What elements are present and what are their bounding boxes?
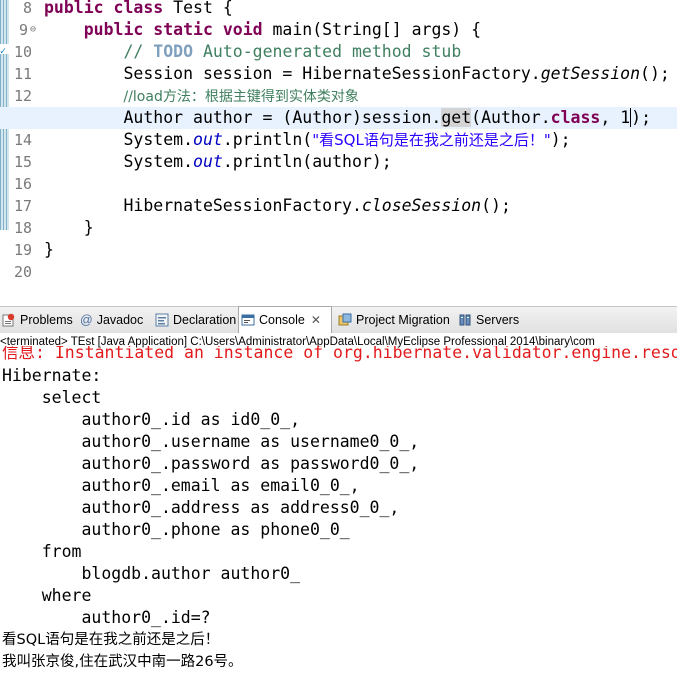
console-line: author0_.address as address0_0_, [2,498,400,517]
code-line: } [44,240,54,259]
console-line: 我叫张京俊,住在武汉中南一路26号。 [2,654,243,670]
code-editor[interactable]: 8 9⊖ ✓10 11 12 13 14 15 16 17 18 19 20 p… [0,0,677,286]
console-line: author0_.id=? [2,608,211,627]
task-marker-icon[interactable]: ✓ [0,46,6,58]
console-line: author0_.id as id0_0_, [2,410,301,429]
line-number: ✓ 10 [0,43,32,61]
code-line: // TODO Auto-generated method stub [123,42,462,61]
line-number: 20 [13,263,32,281]
code-line: public class Test { [44,0,233,17]
line-number: 17 [13,197,32,215]
line-number: 12 [13,87,32,105]
tab-problems[interactable]: Problems [0,307,73,333]
tab-declaration[interactable]: Declaration [153,307,236,333]
line-number: 14 [13,131,32,149]
migration-icon [338,313,352,326]
console-line: author0_.password as password0_0_, [2,454,420,473]
tab-project-migration[interactable]: Project Migration [336,307,450,333]
code-line: Session session = HibernateSessionFactor… [44,64,670,83]
line-number: 9 ⊖ [18,19,37,41]
tab-console[interactable]: Console ✕ [238,306,332,334]
line-number: 8 [22,0,32,17]
console-line: where [2,586,92,605]
code-line: System.out.println("看SQL语句是在我之前还是之后！"); [44,130,571,149]
close-icon[interactable]: ✕ [311,313,321,327]
code-line: System.out.println(author); [44,152,392,171]
console-line: author0_.phone as phone0_0_ [2,520,360,539]
servers-icon [459,314,471,326]
console-line: Hibernate: [2,366,112,385]
line-number: 11 [13,65,32,83]
console-line: select [2,388,102,407]
code-line-current: Author author = (Author)session.get(Auth… [0,107,677,129]
console-line: from [2,542,82,561]
problems-icon [2,313,15,327]
views-tab-bar: Problems @ Javadoc Declaration Console ✕ P… [0,306,677,334]
line-number: 19 [13,241,32,259]
fold-collapse-icon[interactable]: ⊖ [30,19,36,41]
line-number: 18 [13,219,32,237]
tab-javadoc[interactable]: @ Javadoc [80,307,143,333]
code-line: } [44,218,94,237]
code-line: public static void main(String[] args) { [83,20,482,39]
console-line: author0_.username as username0_0_, [2,432,420,451]
console-line: 信息: Instantiated an instance of org.hibe… [2,346,677,362]
declaration-icon [155,313,169,327]
console-line: 看SQL语句是在我之前还是之后！ [2,632,220,648]
code-line: HibernateSessionFactory.closeSession(); [44,196,511,215]
console-line: blogdb.author author0_ [2,564,310,583]
console-output[interactable]: 信息: Instantiated an instance of org.hibe… [0,346,677,674]
at-icon: @ [80,313,93,327]
code-line: //load方法：根据主键得到实体类对象 [123,89,359,105]
console-icon [241,314,255,326]
eclipse-window: 8 9⊖ ✓10 11 12 13 14 15 16 17 18 19 20 p… [0,0,677,674]
tab-servers[interactable]: Servers [456,307,519,333]
line-number: 16 [13,175,32,193]
line-number: 15 [13,153,32,171]
console-line: author0_.email as email0_0_, [2,476,360,495]
